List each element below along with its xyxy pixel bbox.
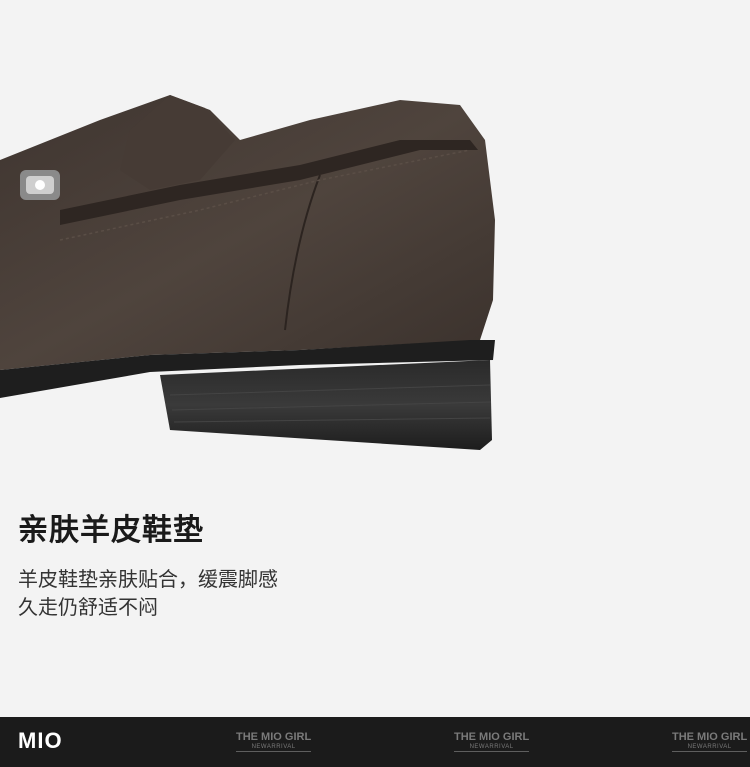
product-photo bbox=[0, 0, 750, 470]
watermark-2: THE MIO GIRL NEWARRIVAL bbox=[454, 731, 530, 752]
watermark-subtitle: NEWARRIVAL bbox=[236, 743, 312, 752]
watermark-title: THE MIO GIRL bbox=[672, 731, 748, 743]
watermark-title: THE MIO GIRL bbox=[454, 731, 530, 743]
watermark-1: THE MIO GIRL NEWARRIVAL bbox=[236, 731, 312, 752]
feature-description: 羊皮鞋垫亲肤贴合，缓震脚感 久走仍舒适不闷 bbox=[18, 565, 278, 621]
brand-footer: MIO THE MIO GIRL NEWARRIVAL THE MIO GIRL… bbox=[0, 717, 750, 767]
watermark-subtitle: NEWARRIVAL bbox=[672, 743, 748, 752]
watermark-subtitle: NEWARRIVAL bbox=[454, 743, 530, 752]
watermark-title: THE MIO GIRL bbox=[236, 731, 312, 743]
heel bbox=[160, 360, 492, 450]
description-line-1: 羊皮鞋垫亲肤贴合，缓震脚感 bbox=[18, 567, 278, 591]
feature-title: 亲肤羊皮鞋垫 bbox=[18, 513, 204, 548]
brand-logo: MIO bbox=[18, 728, 63, 753]
description-line-2: 久走仍舒适不闷 bbox=[18, 595, 158, 619]
buckle-ornament bbox=[20, 170, 60, 200]
watermark-3: THE MIO GIRL NEWARRIVAL bbox=[672, 731, 748, 752]
shoe-illustration bbox=[0, 95, 495, 450]
